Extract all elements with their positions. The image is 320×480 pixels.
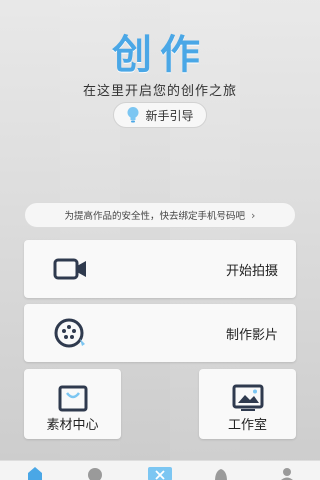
page-subtitle: 在这里开启您的创作之旅 [82,84,237,99]
studio-button[interactable]: 工作室 [199,369,296,439]
guide-button[interactable]: 新手引导 [113,102,207,128]
material-center-button[interactable]: 素材中心 [24,369,121,439]
lightbulb-icon [127,107,139,123]
tab-notifications-icon[interactable] [212,465,230,480]
tab-discover-icon[interactable] [86,465,104,480]
video-camera-icon [53,258,86,280]
start-shooting-label: 开始拍摄 [225,263,278,279]
page-title: 创作 [112,32,208,78]
film-reel-icon [54,318,85,348]
guide-button-label: 新手引导 [145,108,194,123]
start-shooting-button[interactable]: 开始拍摄 [24,240,296,298]
tab-profile-icon[interactable] [278,465,296,480]
studio-label: 工作室 [227,418,267,433]
tab-create-icon[interactable] [148,465,172,480]
make-film-label: 制作影片 [225,327,278,343]
picture-icon [232,384,263,411]
notice-text: 为提高作品的安全性，快去绑定手机号码吧 [64,211,246,222]
bind-phone-notice[interactable]: 为提高作品的安全性，快去绑定手机号码吧 › [24,202,296,228]
material-center-label: 素材中心 [46,418,99,433]
shopping-bag-icon [58,385,87,412]
tab-home-icon[interactable] [26,465,44,480]
chevron-right-icon: › [251,208,256,222]
bottom-tab-bar [0,460,320,480]
make-film-button[interactable]: 制作影片 [24,304,296,362]
